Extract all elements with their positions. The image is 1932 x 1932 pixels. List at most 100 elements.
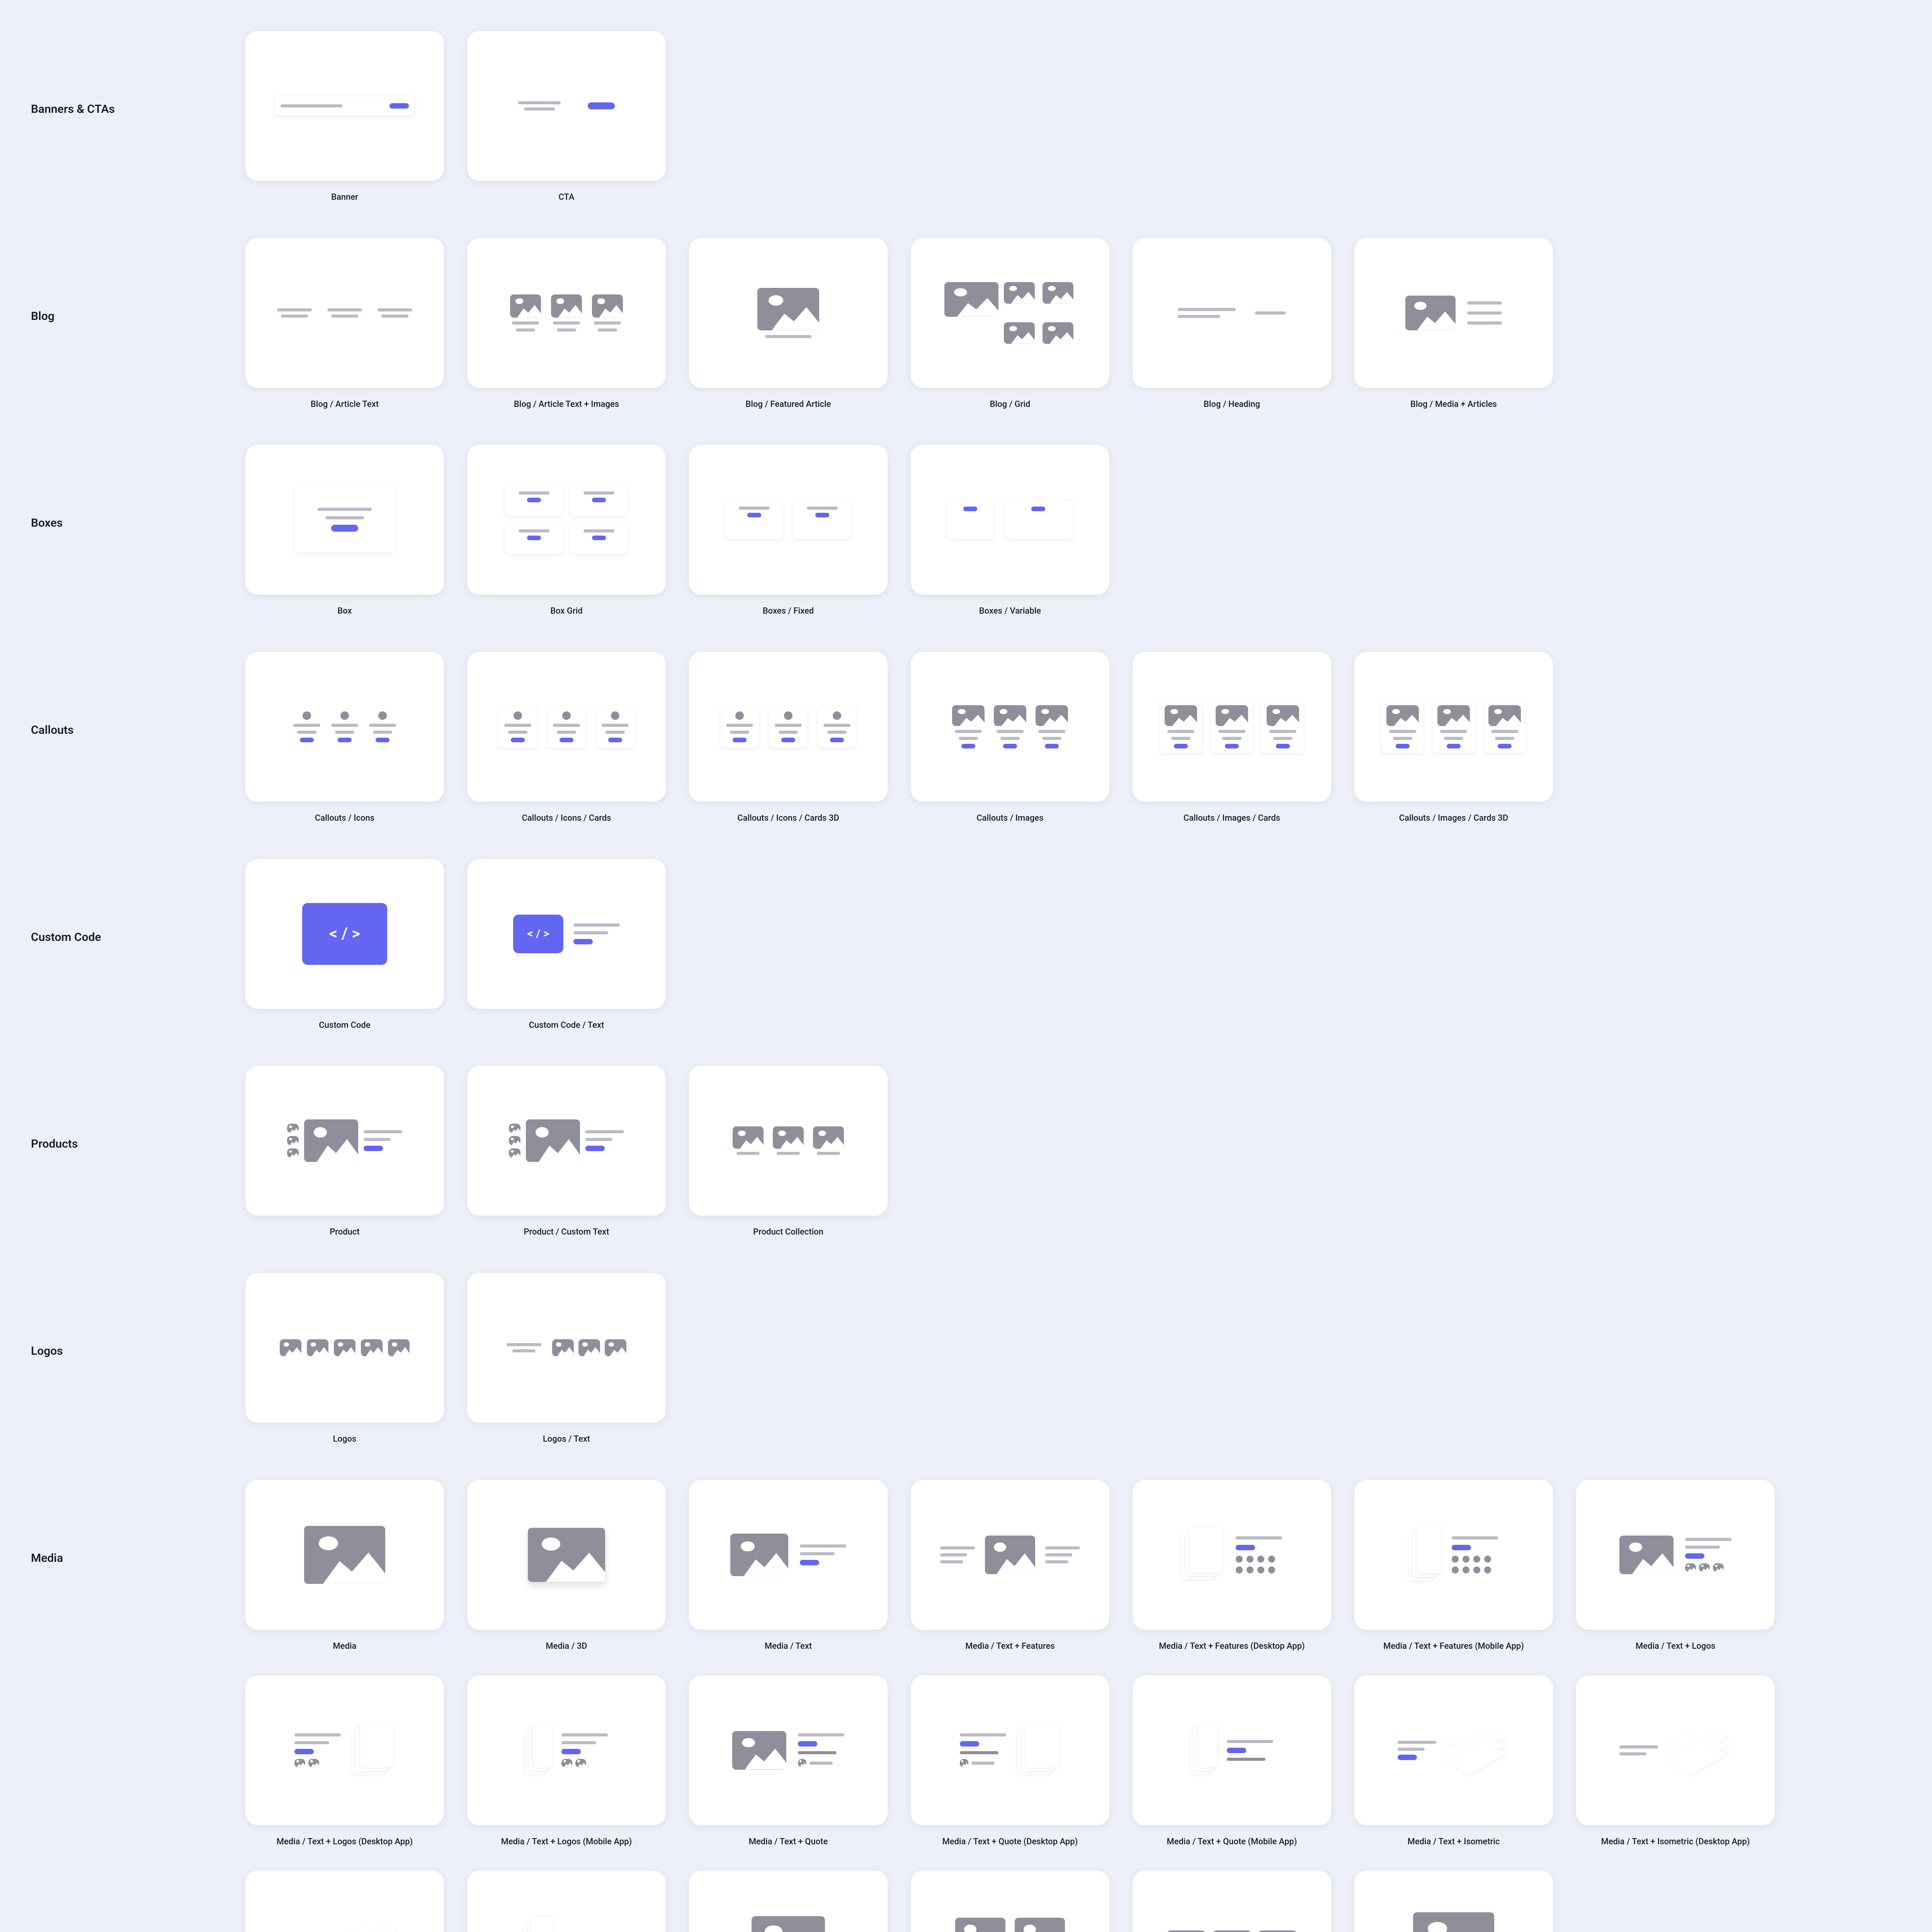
section-heading: Logos (31, 1273, 245, 1358)
items-grid: MediaMedia / 3DMedia / TextMedia / Text … (245, 1480, 1901, 1932)
thumbnail-media-text-quote-desktop[interactable] (911, 1675, 1109, 1825)
thumbnail-media-text-3d[interactable] (689, 1871, 888, 1932)
component-item-callouts-images: Callouts / Images (911, 652, 1109, 824)
thumbnail-boxes-variable[interactable] (911, 445, 1109, 595)
items-grid: ProductProduct / Custom TextProduct Coll… (245, 1066, 1901, 1238)
thumbnail-blog-heading[interactable] (1133, 238, 1331, 388)
component-item-media-text-stacked-mobile: Media / Text + Stacked (Mobile App) (467, 1871, 666, 1932)
thumbnail-box-grid[interactable] (467, 445, 666, 595)
component-label: CTA (558, 192, 574, 203)
thumbnail-product[interactable] (245, 1066, 444, 1216)
section-heading: Callouts (31, 652, 245, 737)
thumbnail-media-text-features-desktop[interactable] (1133, 1480, 1331, 1630)
component-label: Media / Text + Logos (Desktop App) (277, 1836, 413, 1848)
component-item-callouts-icons: Callouts / Icons (245, 652, 444, 824)
thumbnail-blog-media-articles[interactable] (1354, 238, 1553, 388)
thumbnail-boxes-fixed[interactable] (689, 445, 888, 595)
thumbnail-media-full[interactable] (1354, 1871, 1553, 1932)
component-label: Product (330, 1226, 359, 1238)
thumbnail-cta[interactable] (467, 31, 666, 181)
thumbnail-media-3d[interactable] (467, 1480, 666, 1630)
component-item-callouts-icons-cards-3d: Callouts / Icons / Cards 3D (689, 652, 888, 824)
component-label: Callouts / Icons / Cards (522, 813, 611, 824)
component-item-media-text-isometric-mobile: Media / Text + Isometric (Mobile App) (245, 1871, 444, 1932)
thumbnail-media-text-isometric-mobile[interactable] (245, 1871, 444, 1932)
component-item-media-text: Media / Text (689, 1480, 888, 1652)
thumbnail-media-text-logos[interactable] (1576, 1480, 1775, 1630)
component-item-media-text-features-desktop: Media / Text + Features (Desktop App) (1133, 1480, 1331, 1652)
thumbnail-custom-code-text[interactable]: < / > (467, 859, 666, 1009)
component-label: Media / Text + Logos (Mobile App) (501, 1836, 632, 1848)
thumbnail-blog-featured[interactable] (689, 238, 888, 388)
component-label: Boxes / Variable (979, 605, 1041, 617)
thumbnail-media-text-stacked-mobile[interactable] (467, 1871, 666, 1932)
component-label: Media / Text + Quote (Mobile App) (1167, 1836, 1297, 1848)
thumbnail-box[interactable] (245, 445, 444, 595)
thumbnail-product-custom-text[interactable] (467, 1066, 666, 1216)
thumbnail-callouts-images-cards[interactable] (1133, 652, 1331, 802)
component-item-media-text-isometric: Media / Text + Isometric (1354, 1675, 1553, 1848)
component-item-media-text-logos-desktop: Media / Text + Logos (Desktop App) (245, 1675, 444, 1848)
thumbnail-custom-code[interactable]: < / > (245, 859, 444, 1009)
component-item-blog-heading: Blog / Heading (1133, 238, 1331, 410)
items-grid: Callouts / Icons Callouts / Icons / Cards… (245, 652, 1901, 824)
component-label: Media / Text (765, 1641, 812, 1652)
thumbnail-media[interactable] (245, 1480, 444, 1630)
component-item-callouts-images-cards: Callouts / Images / Cards (1133, 652, 1331, 824)
component-label: Blog / Heading (1204, 399, 1260, 410)
items-grid: BoxBox GridBoxes / FixedBoxes / Variable (245, 445, 1901, 617)
component-item-media-text-quote: Media / Text + Quote (689, 1675, 888, 1848)
component-item-boxes-variable: Boxes / Variable (911, 445, 1109, 617)
thumbnail-media-text-logos-mobile[interactable] (467, 1675, 666, 1825)
thumbnail-banner[interactable] (245, 31, 444, 181)
items-grid: Banner CTA (245, 31, 1901, 203)
thumbnail-media-text-quote-mobile[interactable] (1133, 1675, 1331, 1825)
thumbnail-blog-text-images[interactable] (467, 238, 666, 388)
section: BlogBlog / Article TextBlog / Article Te… (31, 238, 1901, 410)
component-item-product-collection: Product Collection (689, 1066, 888, 1238)
component-label: Blog / Grid (990, 399, 1031, 410)
component-label: Box Grid (550, 605, 582, 617)
thumbnail-logos[interactable] (245, 1273, 444, 1423)
component-item-box-grid: Box Grid (467, 445, 666, 617)
thumbnail-media-text-2col[interactable] (911, 1871, 1109, 1932)
thumbnail-callouts-icons[interactable] (245, 652, 444, 802)
component-label: Media / Text + Quote (Desktop App) (942, 1836, 1078, 1848)
component-item-banner: Banner (245, 31, 444, 203)
component-item-blog-media-articles: Blog / Media + Articles (1354, 238, 1553, 410)
component-label: Product Collection (753, 1226, 823, 1238)
component-item-blog-grid: Blog / Grid (911, 238, 1109, 410)
component-label: Media / Text + Features (965, 1641, 1054, 1652)
component-label: Boxes / Fixed (763, 605, 814, 617)
thumbnail-blog-text[interactable] (245, 238, 444, 388)
thumbnail-media-text-features[interactable] (911, 1480, 1109, 1630)
thumbnail-callouts-images-cards-3d[interactable] (1354, 652, 1553, 802)
thumbnail-callouts-icons-cards[interactable] (467, 652, 666, 802)
thumbnail-blog-grid[interactable] (911, 238, 1109, 388)
component-label: Blog / Media + Articles (1410, 399, 1497, 410)
items-grid: < / >Custom Code< / >Custom Code / Text (245, 859, 1901, 1031)
thumbnail-callouts-icons-cards-3d[interactable] (689, 652, 888, 802)
thumbnail-media-text-quote[interactable] (689, 1675, 888, 1825)
component-label: Media / Text + Logos (1636, 1641, 1715, 1652)
component-label: Media / Text + Features (Desktop App) (1159, 1641, 1305, 1652)
component-item-media-text-features: Media / Text + Features (911, 1480, 1109, 1652)
component-label: Callouts / Icons (315, 813, 374, 824)
component-item-media-full: Media Full (1354, 1871, 1553, 1932)
section-heading: Blog (31, 238, 245, 323)
component-label: Callouts / Images (976, 813, 1043, 824)
thumbnail-media-text-features-mobile[interactable] (1354, 1480, 1553, 1630)
thumbnail-logos-text[interactable] (467, 1273, 666, 1423)
component-label: Callouts / Images / Cards 3D (1399, 813, 1509, 824)
thumbnail-media-text-isometric-desktop[interactable] (1576, 1675, 1775, 1825)
thumbnail-product-collection[interactable] (689, 1066, 888, 1216)
thumbnail-media-text-isometric[interactable] (1354, 1675, 1553, 1825)
section: MediaMediaMedia / 3DMedia / TextMedia / … (31, 1480, 1901, 1932)
items-grid: Blog / Article TextBlog / Article Text +… (245, 238, 1901, 410)
thumbnail-media-text[interactable] (689, 1480, 888, 1630)
thumbnail-media-text-logos-desktop[interactable] (245, 1675, 444, 1825)
thumbnail-callouts-images[interactable] (911, 652, 1109, 802)
thumbnail-media-gallery[interactable] (1133, 1871, 1331, 1932)
component-item-media-text-3d: Media / Text 3D (689, 1871, 888, 1932)
section: LogosLogosLogos / Text (31, 1273, 1901, 1445)
